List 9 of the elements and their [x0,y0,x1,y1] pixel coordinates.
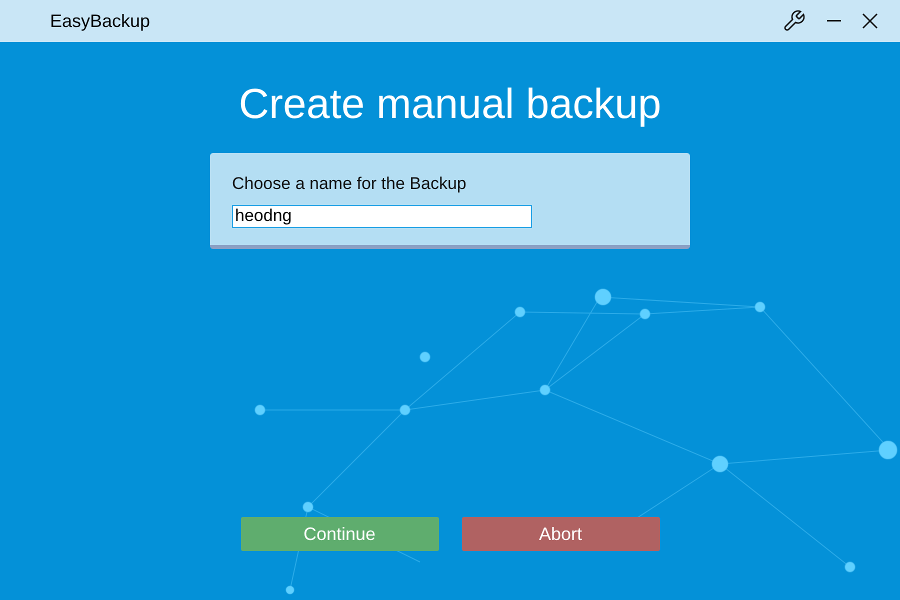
close-icon [862,13,878,29]
wrench-icon [782,9,806,33]
minimize-icon [827,20,841,22]
window-title: EasyBackup [50,10,150,33]
field-label: Choose a name for the Backup [232,173,468,195]
name-input-field[interactable]: heodng [232,204,532,228]
page-heading: Create manual backup [238,79,662,129]
continue-button[interactable]: Continue [240,517,438,551]
abort-button[interactable]: Abort [462,517,660,551]
